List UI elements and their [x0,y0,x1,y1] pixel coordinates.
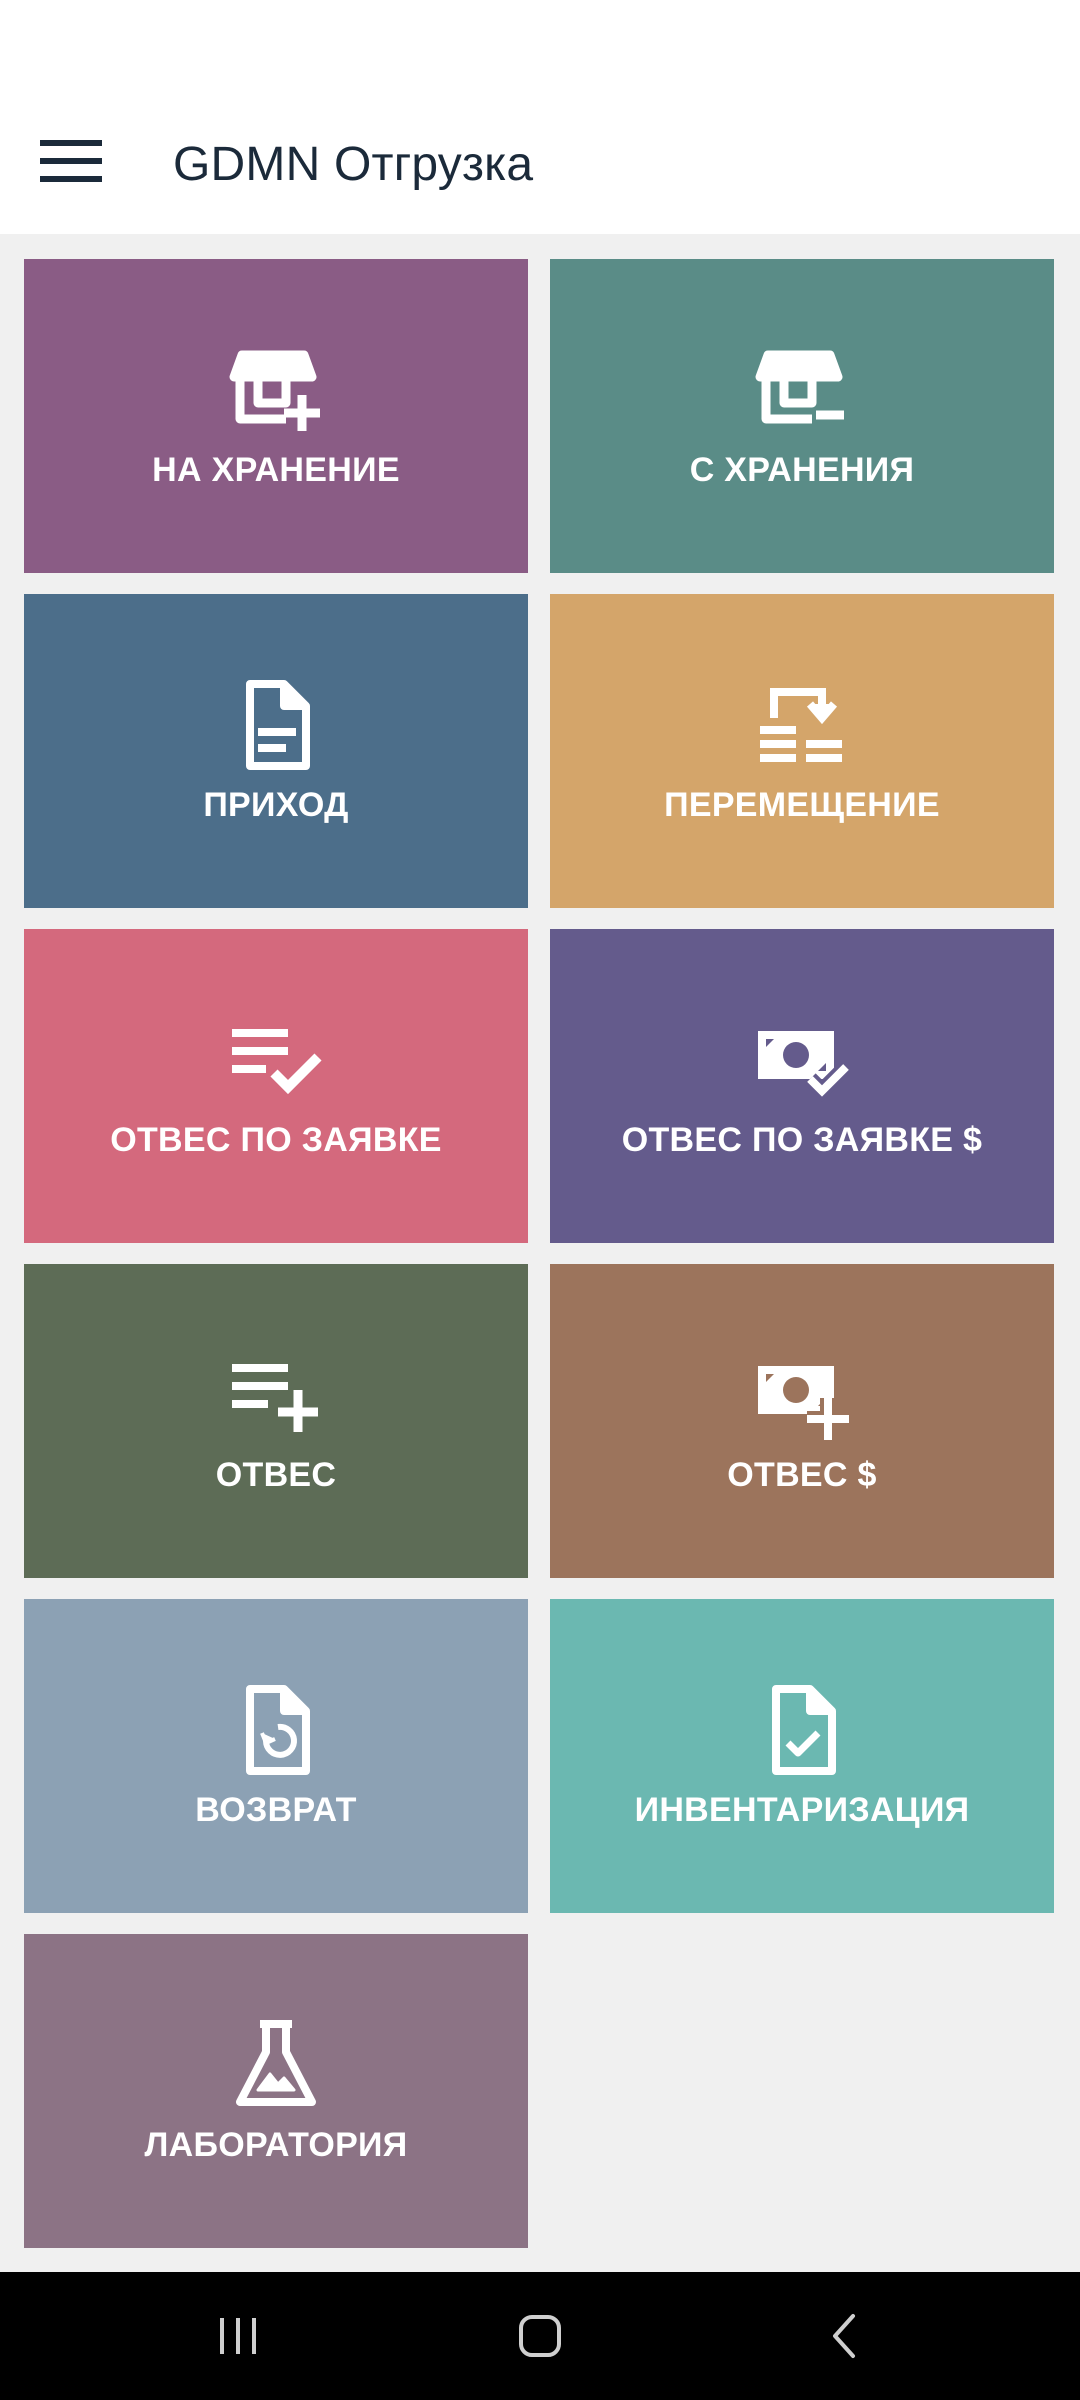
cash-plus-icon [754,1348,850,1444]
tile-label: ВОЗВРАТ [195,1790,357,1829]
tile-s-hraneniya[interactable]: С ХРАНЕНИЯ [550,259,1054,573]
tile-label: С ХРАНЕНИЯ [689,450,915,489]
list-plus-icon [228,1348,324,1444]
status-bar [0,0,1080,96]
app-title: GDMN Отгрузка [173,138,534,191]
tile-label: ОТВЕС ПО ЗАЯВКЕ [110,1120,442,1159]
home-button[interactable] [480,2292,600,2380]
document-check-icon [754,1683,850,1779]
flask-icon [228,2018,324,2114]
tile-vozvrat[interactable]: ВОЗВРАТ [24,1599,528,1913]
transfer-icon [754,678,850,774]
hamburger-menu-icon [40,140,102,182]
tile-otves-po-zayavke[interactable]: ОТВЕС ПО ЗАЯВКЕ [24,929,528,1243]
tile-inventarizaciya[interactable]: ИНВЕНТАРИЗАЦИЯ [550,1599,1054,1913]
document-restore-icon [228,1683,324,1779]
tile-label: НА ХРАНЕНИЕ [152,450,400,489]
back-icon [833,2314,855,2358]
recent-apps-icon [220,2318,256,2354]
recent-apps-button[interactable] [178,2292,298,2380]
cash-check-icon [754,1013,850,1109]
system-nav-bar [0,2272,1080,2400]
app-bar: GDMN Отгрузка [0,96,1080,234]
tile-label: ОТВЕС ПО ЗАЯВКЕ $ [621,1120,983,1159]
tile-otves[interactable]: ОТВЕС [24,1264,528,1578]
document-icon [228,678,324,774]
store-minus-icon [754,343,850,439]
tile-label: ОТВЕС [215,1455,337,1494]
tile-label: ЛАБОРАТОРИЯ [144,2125,408,2164]
tile-otves-po-zayavke-usd[interactable]: ОТВЕС ПО ЗАЯВКЕ $ [550,929,1054,1243]
tile-laboratoriya[interactable]: ЛАБОРАТОРИЯ [24,1934,528,2248]
tile-label: ПЕРЕМЕЩЕНИЕ [664,785,940,824]
home-icon [519,2315,561,2357]
tile-peremeshchenie[interactable]: ПЕРЕМЕЩЕНИЕ [550,594,1054,908]
tile-label: ПРИХОД [203,785,349,824]
back-button[interactable] [784,2292,904,2380]
menu-button[interactable] [26,126,116,196]
tile-label: ИНВЕНТАРИЗАЦИЯ [634,1790,970,1829]
list-check-icon [228,1013,324,1109]
tile-na-hranenie[interactable]: НА ХРАНЕНИЕ [24,259,528,573]
tile-label: ОТВЕС $ [727,1455,877,1494]
tile-prihod[interactable]: ПРИХОД [24,594,528,908]
store-plus-icon [228,343,324,439]
tile-otves-usd[interactable]: ОТВЕС $ [550,1264,1054,1578]
